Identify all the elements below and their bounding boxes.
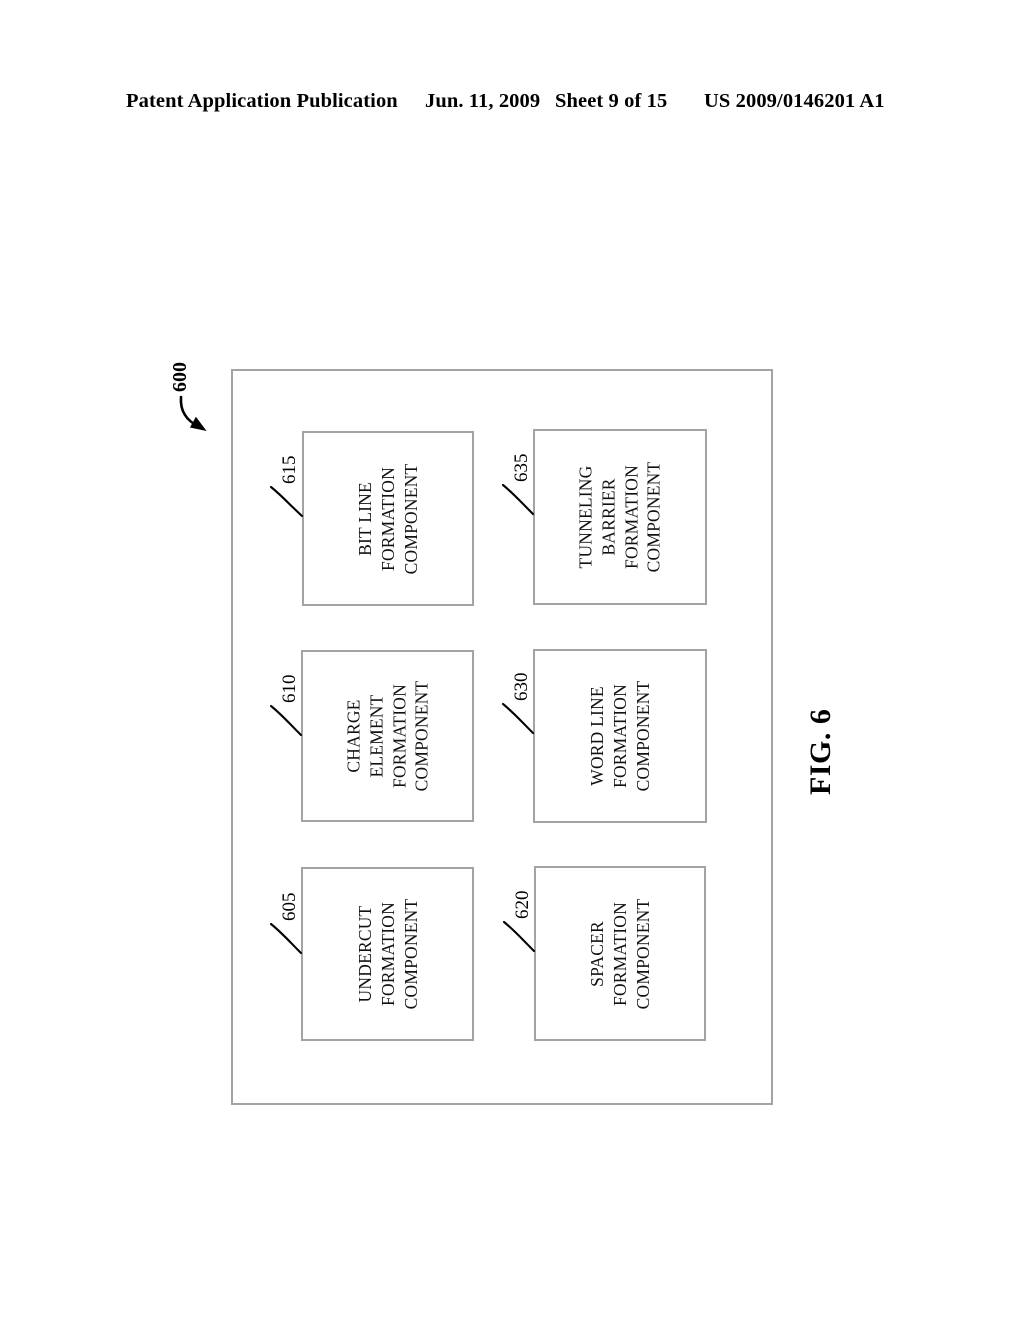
figure-caption: FIG. 6 bbox=[804, 708, 837, 795]
undercut-formation-component-label: UNDERCUT FORMATION COMPONENT bbox=[353, 899, 421, 1010]
box-line: WORD LINE bbox=[586, 686, 607, 786]
box-line: BIT LINE bbox=[354, 481, 375, 556]
box-line: UNDERCUT bbox=[354, 905, 375, 1003]
tunneling-barrier-formation-component-box: TUNNELING BARRIER FORMATION COMPONENT bbox=[533, 429, 707, 605]
box-line: SPACER bbox=[586, 920, 607, 987]
box-line: COMPONENT bbox=[411, 680, 432, 792]
arrowhead-600 bbox=[189, 416, 207, 432]
box-line: COMPONENT bbox=[632, 680, 653, 792]
box-line: ELEMENT bbox=[365, 694, 386, 778]
word-line-formation-component-label: WORD LINE FORMATION COMPONENT bbox=[586, 681, 654, 792]
box-line: BARRIER bbox=[598, 478, 619, 556]
word-line-formation-component-box: WORD LINE FORMATION COMPONENT bbox=[533, 649, 707, 823]
box-line: COMPONENT bbox=[643, 461, 664, 573]
figure-diagram: UNDERCUT FORMATION COMPONENT CHARGE ELEM… bbox=[0, 0, 1024, 1320]
bit-line-formation-component-box: BIT LINE FORMATION COMPONENT bbox=[302, 431, 474, 606]
leader-line-600 bbox=[179, 395, 201, 429]
bit-line-formation-component-label: BIT LINE FORMATION COMPONENT bbox=[354, 463, 422, 574]
box-line: FORMATION bbox=[609, 684, 630, 788]
reference-numeral-600: 600 bbox=[169, 362, 191, 392]
spacer-formation-component-box: SPACER FORMATION COMPONENT bbox=[534, 866, 706, 1041]
reference-numeral-615: 615 bbox=[279, 455, 300, 485]
box-line: COMPONENT bbox=[400, 463, 421, 574]
box-line: FORMATION bbox=[621, 465, 641, 569]
box-line: CHARGE bbox=[343, 699, 363, 773]
tunneling-barrier-formation-component-label: TUNNELING BARRIER FORMATION COMPONENT bbox=[575, 462, 666, 573]
reference-numeral-620: 620 bbox=[512, 890, 533, 920]
box-line: FORMATION bbox=[377, 902, 398, 1006]
spacer-formation-component-label: SPACER FORMATION COMPONENT bbox=[586, 898, 654, 1009]
box-line: FORMATION bbox=[388, 684, 409, 788]
box-line: FORMATION bbox=[609, 901, 630, 1006]
box-line: FORMATION bbox=[377, 466, 398, 571]
charge-element-formation-component-label: CHARGE ELEMENT FORMATION COMPONENT bbox=[342, 681, 433, 792]
box-line: COMPONENT bbox=[399, 898, 420, 1010]
box-line: TUNNELING bbox=[575, 465, 596, 569]
charge-element-formation-component-box: CHARGE ELEMENT FORMATION COMPONENT bbox=[301, 650, 474, 822]
undercut-formation-component-box: UNDERCUT FORMATION COMPONENT bbox=[301, 867, 474, 1041]
reference-numeral-635: 635 bbox=[511, 453, 532, 483]
box-line: COMPONENT bbox=[632, 898, 653, 1009]
reference-numeral-610: 610 bbox=[279, 674, 300, 704]
reference-numeral-630: 630 bbox=[511, 672, 532, 702]
reference-numeral-605: 605 bbox=[279, 892, 300, 922]
